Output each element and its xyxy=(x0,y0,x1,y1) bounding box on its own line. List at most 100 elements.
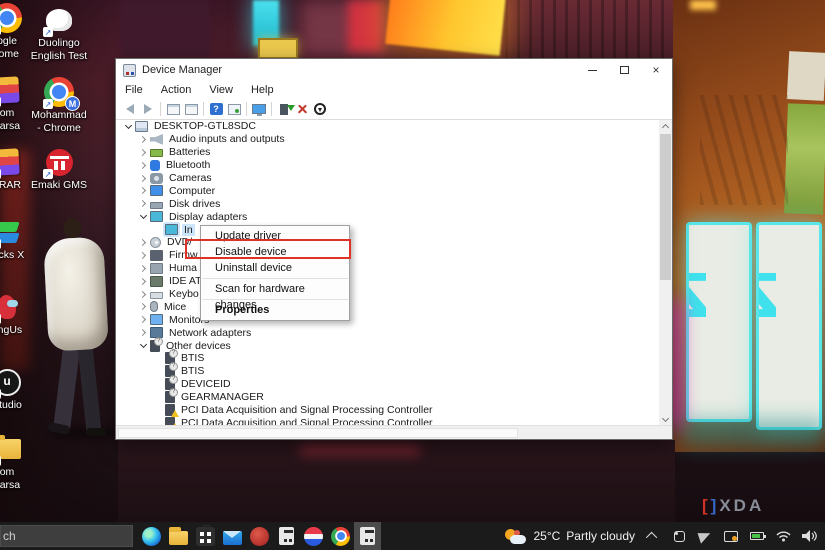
expand-chevron-icon[interactable] xyxy=(137,303,149,311)
context-menu-item-uninstall-device[interactable]: Uninstall device xyxy=(201,260,349,276)
collapse-chevron-icon[interactable] xyxy=(137,212,149,220)
vertical-scrollbar[interactable] xyxy=(659,120,672,426)
desktop-icon-duolingo[interactable]: ↗ Duolingo English Test xyxy=(30,4,88,62)
console-tree-button[interactable] xyxy=(164,101,182,118)
expand-chevron-icon[interactable] xyxy=(137,329,149,337)
expand-chevron-icon[interactable] xyxy=(137,290,149,298)
tree-item[interactable]: BTIS xyxy=(116,349,672,365)
desktop-icon-amongus[interactable]: ↗ongUs xyxy=(0,291,30,336)
wifi-icon[interactable] xyxy=(775,528,791,544)
tree-item[interactable]: Bluetooth xyxy=(116,159,672,172)
console-window-button[interactable] xyxy=(225,101,243,118)
forward-icon xyxy=(144,104,152,114)
chevron-up-icon[interactable] xyxy=(645,528,661,544)
taskbar-app-device-manager[interactable] xyxy=(273,522,300,550)
maximize-button[interactable] xyxy=(608,59,640,81)
title-bar[interactable]: Device Manager × xyxy=(116,59,672,81)
help-button[interactable] xyxy=(207,101,225,118)
context-menu-item-scan-for-hardware-changes[interactable]: Scan for hardware changes xyxy=(201,281,349,311)
update-driver-button[interactable] xyxy=(275,101,295,118)
expand-chevron-icon[interactable] xyxy=(137,277,149,285)
tree-item[interactable]: DEVICEID xyxy=(116,375,672,391)
tree-item[interactable]: Display adapters xyxy=(116,210,672,223)
desktop-icon-label: darsa xyxy=(0,120,21,132)
menu-file[interactable]: File xyxy=(116,84,152,96)
horizontal-scrollbar[interactable] xyxy=(116,425,672,439)
scrollbar-thumb[interactable] xyxy=(660,134,671,280)
menu-action[interactable]: Action xyxy=(152,84,201,96)
expand-chevron-icon[interactable] xyxy=(137,161,149,169)
expand-chevron-icon[interactable] xyxy=(137,187,149,195)
toolbar xyxy=(116,99,672,120)
remote-desktop-button[interactable] xyxy=(250,101,268,118)
taskbar-app-brave[interactable] xyxy=(246,522,273,550)
tree-item[interactable]: Other devices xyxy=(116,336,672,352)
shortcut-arrow-icon: ↗ xyxy=(0,169,1,179)
taskbar-app-media-app[interactable] xyxy=(300,522,327,550)
desktop-icon-bluestacks[interactable]: ↗tacks X xyxy=(0,216,30,261)
disable-device-icon xyxy=(314,103,326,115)
annotation-highlight-box xyxy=(185,239,351,259)
close-button[interactable]: × xyxy=(640,59,672,81)
taskbar-app-mail[interactable] xyxy=(219,522,246,550)
tree-item[interactable]: Batteries xyxy=(116,146,672,159)
minimize-button[interactable] xyxy=(576,59,608,81)
expand-chevron-icon[interactable] xyxy=(137,148,149,156)
wallpaper-orange-neon xyxy=(385,0,506,56)
volume-icon[interactable] xyxy=(801,528,817,544)
horizontal-scrollbar-thumb[interactable] xyxy=(118,428,519,438)
taskbar-search-input[interactable] xyxy=(0,525,133,547)
expand-chevron-icon[interactable] xyxy=(137,135,149,143)
desktop-icon-studio[interactable]: ↗Studio xyxy=(0,366,30,411)
menu-help[interactable]: Help xyxy=(242,84,283,96)
tree-item[interactable]: Network adapters xyxy=(116,326,672,339)
screen-cast-icon[interactable] xyxy=(723,528,739,544)
desktop-icon-winrar[interactable]: ↗nRAR xyxy=(0,146,30,191)
tree-item[interactable]: PCI Data Acquisition and Signal Processi… xyxy=(116,404,672,418)
tree-item[interactable]: Computer xyxy=(116,184,672,197)
disable-device-button[interactable] xyxy=(311,101,329,118)
expand-chevron-icon[interactable] xyxy=(137,316,149,324)
tray-app-icon[interactable] xyxy=(671,528,687,544)
desktop-icon-chrome[interactable]: ↗oglerome xyxy=(0,2,30,60)
expand-chevron-icon[interactable] xyxy=(137,174,149,182)
forward-button[interactable] xyxy=(139,101,157,118)
console-window-icon xyxy=(227,103,241,115)
desktop-icon-rar[interactable]: ↗omdarsa xyxy=(0,74,30,132)
taskbar-app-device-manager-active[interactable] xyxy=(354,522,381,550)
taskbar-app-store[interactable] xyxy=(192,522,219,550)
properties-button[interactable] xyxy=(182,101,200,118)
battery-icon[interactable] xyxy=(749,528,766,544)
uninstall-button[interactable] xyxy=(293,101,311,118)
tree-item[interactable]: GEARMANAGER xyxy=(116,388,672,404)
send-icon[interactable] xyxy=(697,528,713,544)
character-head xyxy=(64,218,81,238)
desktop-icon-emaki[interactable]: ↗ Emaki GMS xyxy=(30,146,88,191)
expand-chevron-icon[interactable] xyxy=(137,238,149,246)
collapse-chevron-icon[interactable] xyxy=(122,121,134,129)
tree-item[interactable]: Audio inputs and outputs xyxy=(116,133,672,146)
collapse-chevron-icon[interactable] xyxy=(137,341,149,349)
tree-item[interactable]: Disk drives xyxy=(116,197,672,210)
disk-icon xyxy=(150,201,163,209)
desktop-icon-label: Mohammad xyxy=(31,109,87,121)
back-button[interactable] xyxy=(121,101,139,118)
taskbar-app-chrome[interactable] xyxy=(327,522,354,550)
menu-view[interactable]: View xyxy=(200,84,242,96)
expand-chevron-icon[interactable] xyxy=(137,264,149,272)
expand-chevron-icon[interactable] xyxy=(137,251,149,259)
context-menu-item-properties[interactable]: Properties xyxy=(201,302,349,318)
device-manager-active-icon xyxy=(360,527,375,545)
tree-item-label: GEARMANAGER xyxy=(181,391,264,404)
taskbar-app-edge[interactable] xyxy=(138,522,165,550)
weather-widget[interactable]: 25°C Partly cloudy xyxy=(505,528,635,545)
desktop-icon-chrome-m[interactable]: M ↗ Mohammad - Chrome xyxy=(30,76,88,134)
desktop-icon-folder[interactable]: ↗omdarsa xyxy=(0,433,30,491)
expand-chevron-icon[interactable] xyxy=(137,200,149,208)
scroll-up-arrow-icon[interactable] xyxy=(659,120,672,133)
taskbar-app-file-explorer[interactable] xyxy=(165,522,192,550)
tree-item[interactable]: DESKTOP-GTL8SDC xyxy=(116,120,672,133)
tree-item[interactable]: Cameras xyxy=(116,172,672,185)
tree-item-label: Computer xyxy=(169,184,216,197)
tree-item[interactable]: BTIS xyxy=(116,362,672,378)
